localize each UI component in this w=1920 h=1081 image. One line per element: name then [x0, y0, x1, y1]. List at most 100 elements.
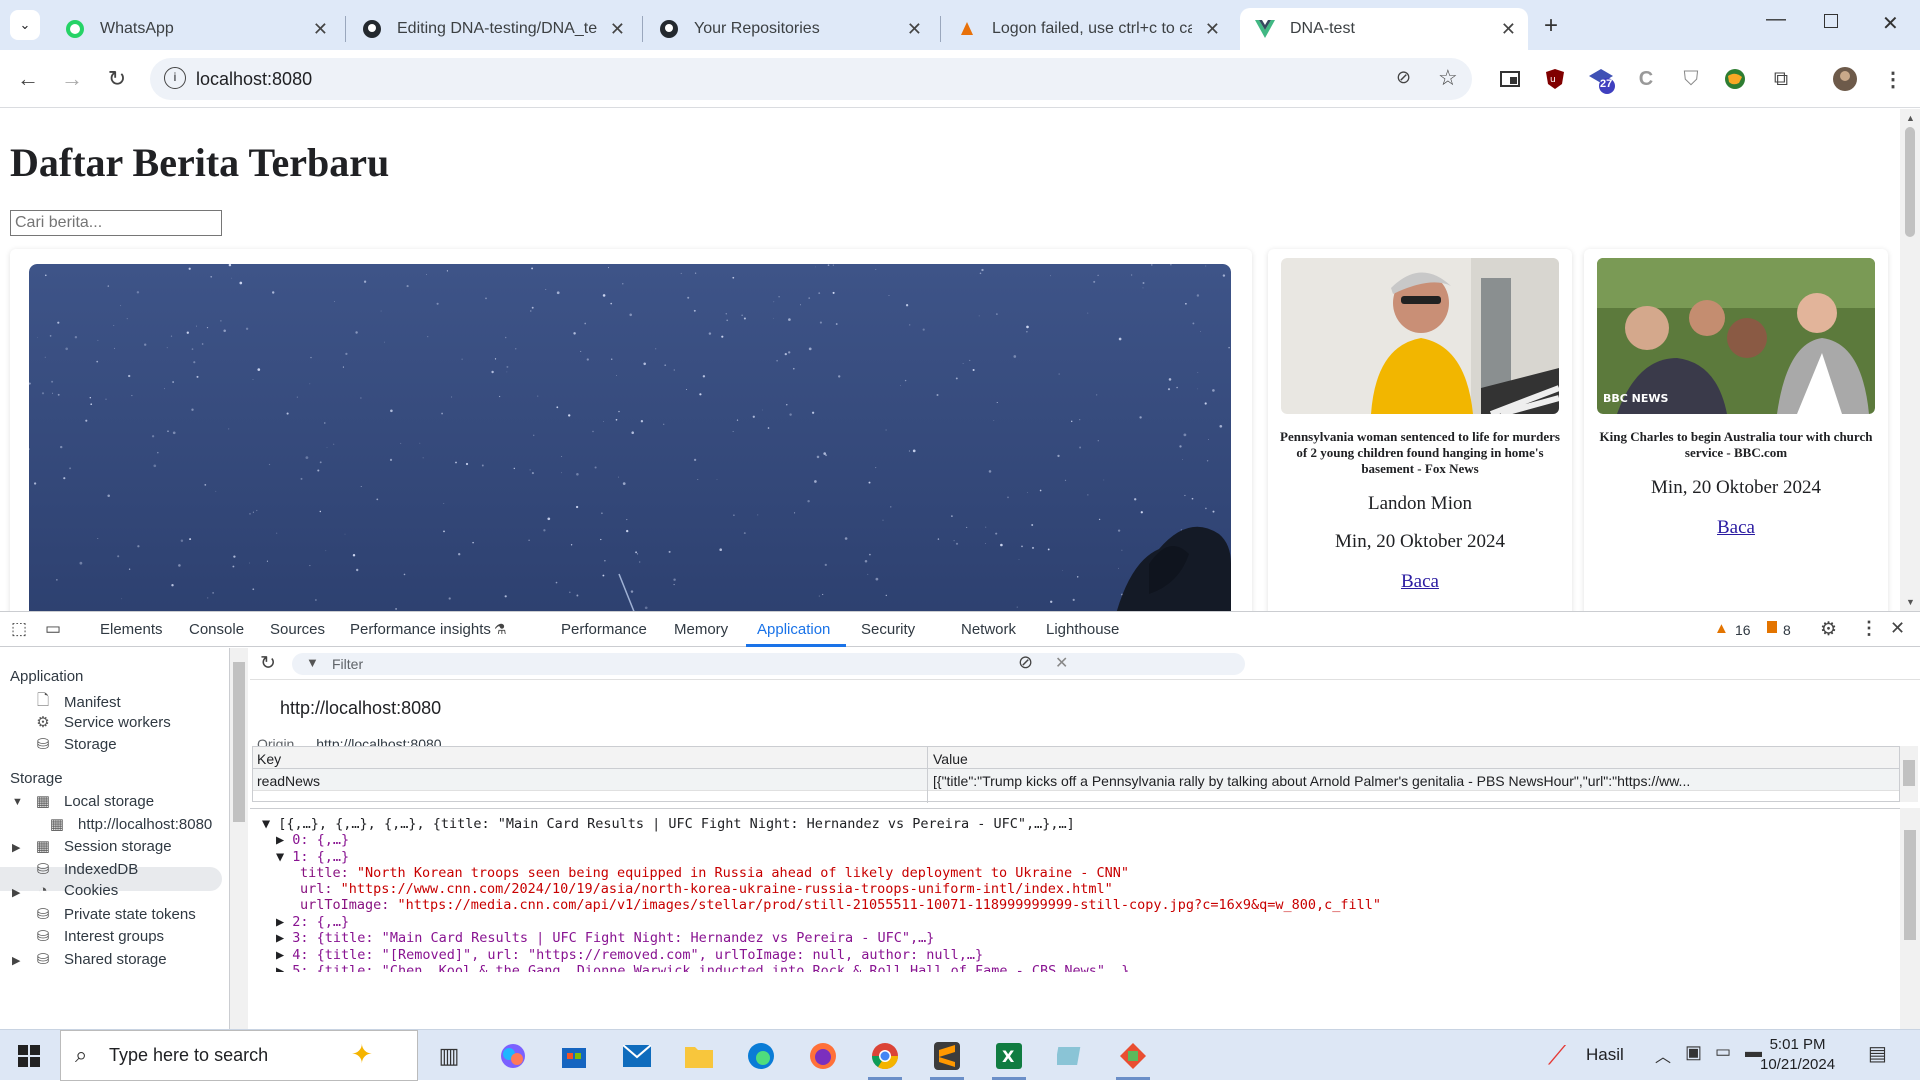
- device-toolbar-icon[interactable]: ▭: [45, 619, 61, 639]
- sidebar-item-storage[interactable]: ⛁ Storage: [32, 735, 117, 754]
- restore-button[interactable]: [1824, 14, 1838, 28]
- meet-now-icon[interactable]: ▭: [1715, 1042, 1731, 1062]
- delete-selected-icon[interactable]: ✕: [1055, 653, 1068, 673]
- filter-input[interactable]: ▼ Filter: [292, 653, 1245, 675]
- read-link[interactable]: Baca: [1584, 517, 1888, 539]
- sublime-text-icon[interactable]: [930, 1039, 964, 1073]
- preview-scrollbar[interactable]: [1900, 808, 1920, 1030]
- sidebar-item-local-storage[interactable]: ▦ Local storage: [32, 792, 154, 811]
- sidebar-item-localhost[interactable]: ▦ http://localhost:8080: [46, 815, 212, 834]
- close-tab-icon[interactable]: ✕: [313, 19, 328, 40]
- column-header-value[interactable]: Value: [933, 751, 1893, 767]
- collapse-arrow-icon[interactable]: ▼: [262, 816, 270, 832]
- file-explorer-icon[interactable]: [682, 1039, 716, 1073]
- extensions-puzzle-icon[interactable]: ⧉: [1766, 64, 1796, 94]
- bookmark-star-icon[interactable]: ☆: [1438, 65, 1458, 91]
- network-icon[interactable]: ▣: [1685, 1042, 1702, 1063]
- sidebar-item-cookies[interactable]: ◔ Cookies: [32, 882, 118, 899]
- sidebar-item-indexeddb[interactable]: ⛁ IndexedDB: [32, 860, 139, 879]
- tab-whatsapp[interactable]: WhatsApp ✕: [50, 8, 340, 50]
- devtools-tab-elements[interactable]: Elements: [100, 621, 163, 638]
- profile-avatar[interactable]: [1830, 64, 1860, 94]
- tab-logon-failed[interactable]: Logon failed, use ctrl+c to canc ✕: [942, 8, 1232, 50]
- sidebar-scrollbar[interactable]: [230, 648, 248, 1030]
- devtools-tab-memory[interactable]: Memory: [674, 621, 728, 638]
- tab-search-button[interactable]: ⌄: [10, 10, 40, 40]
- shield-extension-icon[interactable]: ⛉: [1676, 64, 1706, 94]
- expand-arrow-icon[interactable]: ▶: [276, 947, 284, 963]
- close-tab-icon[interactable]: ✕: [610, 19, 625, 40]
- devtools-tab-performance[interactable]: Performance: [561, 621, 647, 638]
- notifications-icon[interactable]: ▤: [1868, 1041, 1887, 1066]
- expand-arrow-icon[interactable]: ▶: [12, 954, 20, 967]
- tree-item[interactable]: ▶ 0: {,…}: [276, 832, 349, 848]
- devtools-menu-icon[interactable]: ⋮: [1860, 618, 1878, 639]
- settings-gear-icon[interactable]: ⚙: [1820, 618, 1837, 641]
- site-info-icon[interactable]: i: [164, 67, 186, 89]
- antivirus-icon[interactable]: ⟋: [1540, 1039, 1574, 1073]
- reload-button[interactable]: ↻: [100, 62, 134, 96]
- close-devtools-icon[interactable]: ✕: [1890, 618, 1905, 639]
- app-window-icon[interactable]: [1054, 1039, 1088, 1073]
- minimize-button[interactable]: —: [1766, 8, 1786, 31]
- camera-blocked-icon[interactable]: ⊘: [1396, 67, 1411, 88]
- browser-menu-icon[interactable]: ⋮: [1878, 64, 1908, 94]
- globe-extension-icon[interactable]: [1720, 64, 1750, 94]
- table-row[interactable]: readNews [{"title":"Trump kicks off a Pe…: [253, 769, 1899, 791]
- copilot-icon[interactable]: [496, 1039, 530, 1073]
- close-window-button[interactable]: ✕: [1882, 11, 1899, 36]
- extension-badge-icon[interactable]: 27: [1586, 64, 1616, 94]
- expand-arrow-icon[interactable]: ▶: [276, 914, 284, 930]
- devtools-tab-network[interactable]: Network: [961, 621, 1016, 638]
- taskbar-search-box[interactable]: ⌕ Type here to search ✦: [60, 1030, 418, 1081]
- sidebar-item-interest-groups[interactable]: ⛁ Interest groups: [32, 927, 164, 946]
- devtools-tab-console[interactable]: Console: [189, 621, 244, 638]
- show-hidden-icons-icon[interactable]: ︿: [1655, 1043, 1671, 1067]
- devtools-tab-application[interactable]: Application: [757, 621, 830, 638]
- tab-your-repositories[interactable]: Your Repositories ✕: [644, 8, 934, 50]
- tree-item[interactable]: ▶ 2: {,…}: [276, 914, 349, 930]
- mail-icon[interactable]: [620, 1039, 654, 1073]
- git-icon[interactable]: [1116, 1039, 1150, 1073]
- devtools-tab-security[interactable]: Security: [861, 621, 915, 638]
- forward-button[interactable]: →: [55, 62, 89, 96]
- warning-icon[interactable]: ▲: [1714, 620, 1729, 637]
- sidebar-item-shared-storage[interactable]: ⛁ Shared storage: [32, 950, 167, 969]
- task-view-icon[interactable]: ▥: [432, 1039, 466, 1073]
- new-tab-button[interactable]: +: [1544, 12, 1558, 40]
- tree-item[interactable]: ▶ 5: {title: "Chen, Kool & the Gang, Dio…: [276, 963, 1129, 972]
- address-bar[interactable]: i localhost:8080 ⊘ ☆: [150, 58, 1472, 100]
- news-card[interactable]: Pennsylvania woman sentenced to life for…: [1268, 249, 1572, 611]
- inspect-element-icon[interactable]: ⬚: [11, 619, 27, 639]
- close-tab-icon[interactable]: ✕: [907, 19, 922, 40]
- close-tab-icon[interactable]: ✕: [1205, 19, 1220, 40]
- sidebar-item-private-state-tokens[interactable]: ⛁ Private state tokens: [32, 905, 196, 924]
- system-clock[interactable]: 5:01 PM 10/21/2024: [1760, 1035, 1835, 1075]
- close-tab-icon[interactable]: ✕: [1501, 19, 1516, 40]
- issues-icon[interactable]: [1767, 621, 1777, 633]
- expand-arrow-icon[interactable]: ▶: [12, 886, 20, 899]
- expand-arrow-icon[interactable]: ▶: [276, 963, 284, 972]
- expand-arrow-icon[interactable]: ▼: [12, 796, 23, 808]
- sidebar-item-manifest[interactable]: 🗋 Manifest: [32, 690, 121, 715]
- collapse-arrow-icon[interactable]: ▼: [276, 849, 284, 865]
- tree-item[interactable]: ▶ 3: {title: "Main Card Results | UFC Fi…: [276, 930, 934, 946]
- microsoft-store-icon[interactable]: [557, 1039, 591, 1073]
- sidebar-item-service-workers[interactable]: ⚙ Service workers: [32, 713, 170, 732]
- news-card[interactable]: BBC NEWS King Charles to begin Australia…: [1584, 249, 1888, 611]
- refresh-icon[interactable]: ↻: [260, 652, 276, 675]
- chrome-icon[interactable]: [868, 1039, 902, 1073]
- firefox-icon[interactable]: [806, 1039, 840, 1073]
- tree-item[interactable]: ▶ 4: {title: "[Removed]", url: "https://…: [276, 947, 983, 963]
- tray-app-label[interactable]: Hasil: [1586, 1045, 1624, 1065]
- tree-item[interactable]: ▼ 1: {,…}: [276, 849, 349, 865]
- read-link[interactable]: Baca: [1268, 571, 1572, 593]
- tab-dna-test[interactable]: DNA-test ✕: [1240, 8, 1528, 50]
- expand-arrow-icon[interactable]: ▶: [276, 930, 284, 946]
- tree-root[interactable]: ▼ [{,…}, {,…}, {,…}, {title: "Main Card …: [262, 816, 1075, 832]
- ublock-icon[interactable]: u: [1540, 64, 1570, 94]
- featured-news-card[interactable]: [10, 249, 1252, 611]
- clear-all-icon[interactable]: ⊘: [1018, 652, 1033, 673]
- devtools-tab-lighthouse[interactable]: Lighthouse: [1046, 621, 1119, 638]
- sidebar-item-session-storage[interactable]: ▦ Session storage: [32, 837, 172, 856]
